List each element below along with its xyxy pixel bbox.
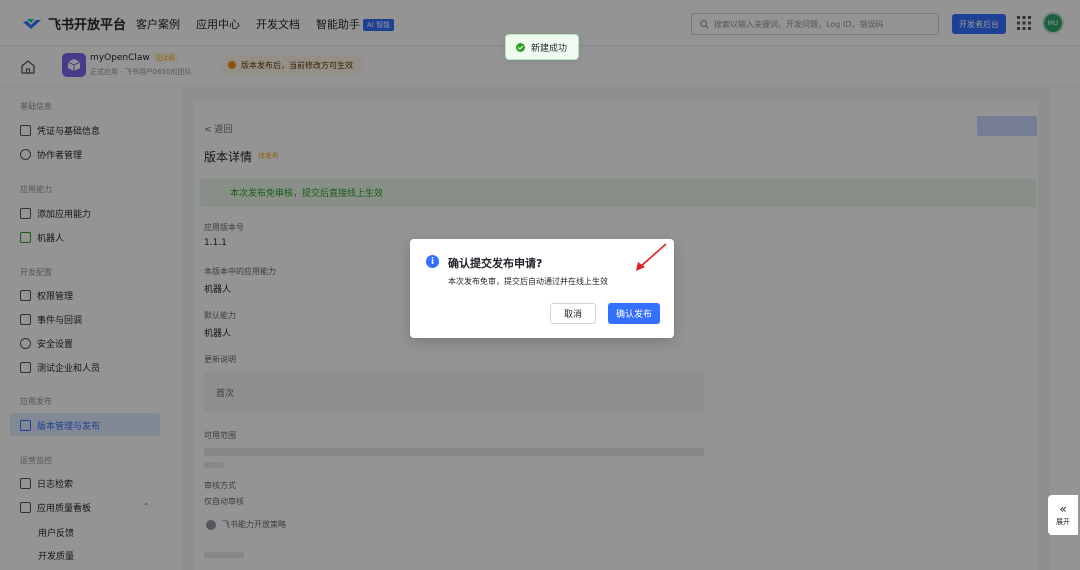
info-icon: i [426, 255, 439, 268]
success-toast: 新建成功 [505, 34, 579, 60]
annotation-arrow-icon [636, 243, 667, 271]
confirm-publish-button[interactable]: 确认发布 [608, 303, 660, 324]
dialog-description: 本次发布免审，提交后自动通过并在线上生效 [448, 277, 608, 286]
expand-label: 展开 [1056, 518, 1070, 526]
cancel-button[interactable]: 取消 [550, 303, 596, 324]
toast-message: 新建成功 [531, 43, 568, 54]
dialog-title: 确认提交发布申请? [448, 257, 543, 270]
check-circle-icon [516, 42, 525, 52]
double-chevron-left-icon: « [1059, 502, 1067, 516]
expand-panel-tab[interactable]: « 展开 [1048, 495, 1078, 535]
